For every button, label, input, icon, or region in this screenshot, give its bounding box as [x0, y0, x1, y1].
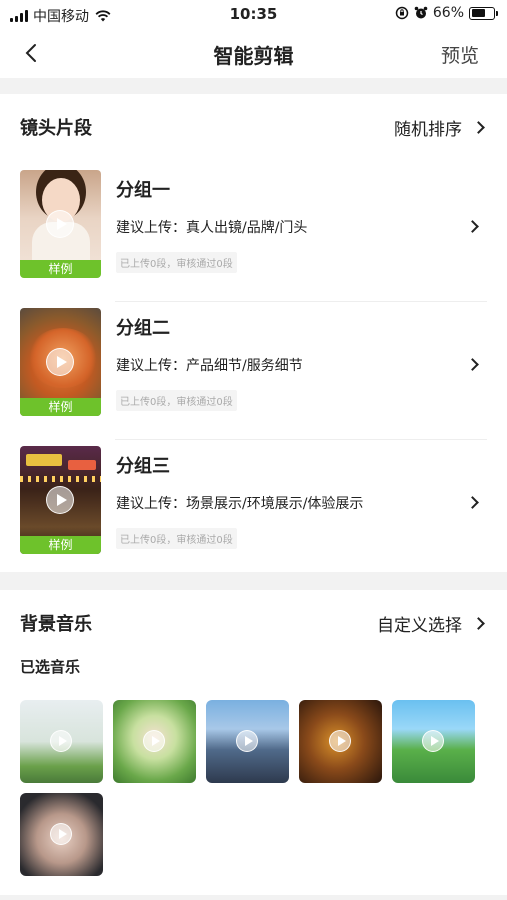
group-suggestion: 建议上传：产品细节/服务细节: [116, 358, 303, 374]
group-suggestion: 建议上传：真人出镜/品牌/门头: [116, 220, 308, 236]
music-track-thumbnail[interactable]: [20, 793, 103, 876]
custom-select-button[interactable]: 自定义选择: [377, 611, 487, 636]
group-upload-status: 已上传0段，审核通过0段: [116, 252, 237, 273]
group-name: 分组三: [116, 456, 170, 477]
play-icon[interactable]: [50, 730, 72, 752]
play-icon[interactable]: [46, 486, 74, 514]
chevron-right-icon: [472, 617, 485, 630]
nav-bar: 智能剪辑 预览: [0, 28, 507, 78]
sample-badge: 样例: [20, 260, 101, 278]
play-icon[interactable]: [329, 730, 351, 752]
shop-sign-image: [26, 454, 62, 466]
music-track-thumbnail[interactable]: [20, 700, 103, 783]
group-upload-status: 已上传0段，审核通过0段: [116, 390, 237, 411]
battery-level: [471, 9, 486, 17]
music-section: 背景音乐 自定义选择 已选音乐: [0, 590, 507, 895]
play-icon[interactable]: [46, 348, 74, 376]
battery-percent: 66%: [432, 5, 464, 21]
page-title: 智能剪辑: [213, 44, 294, 68]
clips-title: 镜头片段: [20, 118, 92, 139]
clip-group-3[interactable]: 样例 分组三 建议上传：场景展示/环境展示/体验展示 已上传0段，审核通过0段: [0, 440, 507, 578]
shop-sign-image: [68, 460, 96, 470]
battery-icon: [469, 6, 498, 20]
sample-thumbnail[interactable]: 样例: [20, 170, 101, 278]
group-name: 分组二: [116, 318, 170, 339]
play-icon[interactable]: [46, 210, 74, 238]
group-upload-status: 已上传0段，审核通过0段: [116, 528, 237, 549]
chevron-right-icon[interactable]: [466, 220, 479, 233]
play-icon[interactable]: [236, 730, 258, 752]
custom-select-label: 自定义选择: [377, 616, 462, 636]
music-title: 背景音乐: [20, 614, 92, 635]
chevron-left-icon[interactable]: [18, 38, 48, 68]
status-bar: 中国移动 10:35 66%: [0, 0, 507, 28]
music-header: 背景音乐 自定义选择: [20, 610, 487, 636]
clips-header: 镜头片段 随机排序: [20, 114, 487, 140]
random-sort-label: 随机排序: [394, 120, 462, 140]
sample-badge: 样例: [20, 398, 101, 416]
chevron-right-icon[interactable]: [466, 496, 479, 509]
lock-rotation-icon: [395, 6, 409, 20]
selected-music-label: 已选音乐: [20, 658, 81, 676]
random-sort-button[interactable]: 随机排序: [394, 115, 487, 140]
music-track-thumbnail[interactable]: [206, 700, 289, 783]
sample-thumbnail[interactable]: 样例: [20, 446, 101, 554]
clip-group-1[interactable]: 样例 分组一 建议上传：真人出镜/品牌/门头 已上传0段，审核通过0段: [0, 164, 507, 302]
music-track-thumbnail[interactable]: [113, 700, 196, 783]
group-name: 分组一: [116, 180, 170, 201]
play-icon[interactable]: [143, 730, 165, 752]
clip-group-2[interactable]: 样例 分组二 建议上传：产品细节/服务细节 已上传0段，审核通过0段: [0, 302, 507, 440]
chevron-right-icon[interactable]: [466, 358, 479, 371]
sample-badge: 样例: [20, 536, 101, 554]
play-icon[interactable]: [50, 823, 72, 845]
clips-section: 镜头片段 随机排序 样例 分组一 建议上传：真人出镜/品牌/门头 已上传0段，审…: [0, 94, 507, 572]
preview-button[interactable]: 预览: [441, 41, 479, 68]
music-track-thumbnail[interactable]: [392, 700, 475, 783]
status-right: 66%: [395, 5, 498, 21]
alarm-icon: [414, 6, 428, 19]
music-track-thumbnail[interactable]: [299, 700, 382, 783]
lights-image: [20, 476, 101, 482]
play-icon[interactable]: [422, 730, 444, 752]
group-suggestion: 建议上传：场景展示/环境展示/体验展示: [116, 496, 364, 512]
chevron-right-icon: [472, 121, 485, 134]
sample-thumbnail[interactable]: 样例: [20, 308, 101, 416]
